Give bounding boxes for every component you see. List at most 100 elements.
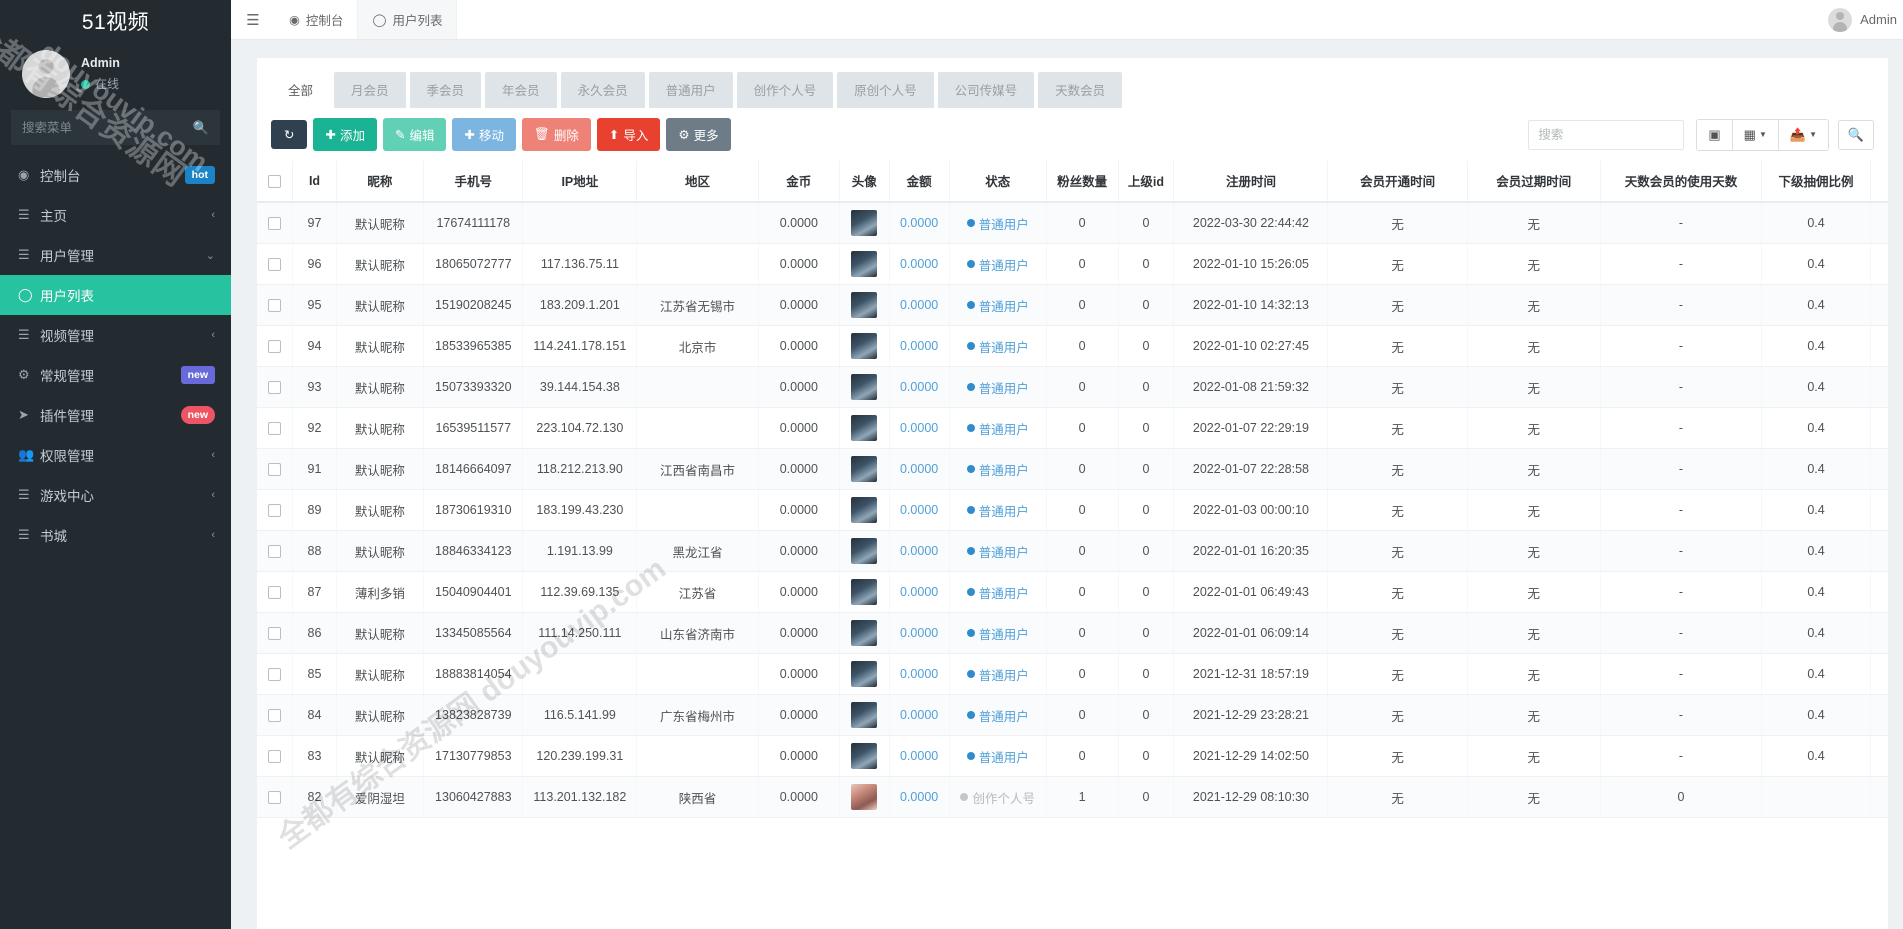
cell-avatar[interactable] bbox=[839, 735, 890, 777]
avatar-thumbnail[interactable] bbox=[851, 538, 878, 564]
table-row[interactable]: 88 默认昵称 18846334123 1.191.13.99 黑龙江省 0.0000 0.… bbox=[257, 530, 1888, 572]
cell-avatar[interactable] bbox=[839, 325, 890, 367]
table-row[interactable]: 86 默认昵称 13345085564 111.14.250.111 山东省济南市 0.0… bbox=[257, 612, 1888, 654]
table-wrap[interactable]: 全都有综合资源网 douyouvip.com Id 昵称 手机号 IP地址 地区… bbox=[257, 161, 1888, 929]
cell-avatar[interactable] bbox=[839, 407, 890, 449]
col-nick[interactable]: 昵称 bbox=[336, 161, 425, 203]
sidebar-item-dashboard[interactable]: ◉ 控制台 hot bbox=[0, 155, 231, 195]
row-checkbox[interactable] bbox=[268, 340, 282, 354]
sidebar-item-user-management[interactable]: ☰ 用户管理 ⌄ bbox=[0, 235, 231, 275]
sidebar-item-home[interactable]: ☰ 主页 ‹ bbox=[0, 195, 231, 235]
row-checkbox[interactable] bbox=[268, 258, 282, 272]
avatar-thumbnail[interactable] bbox=[851, 620, 878, 646]
row-checkbox[interactable] bbox=[268, 750, 282, 764]
cell-amount[interactable]: 0.0000 bbox=[889, 407, 950, 449]
amount-link[interactable]: 0.0000 bbox=[900, 503, 938, 517]
sidebar-item-plugin-management[interactable]: ➤ 插件管理 new bbox=[0, 395, 231, 435]
amount-link[interactable]: 0.0000 bbox=[900, 339, 938, 353]
col-commission[interactable]: 下级抽佣比例 bbox=[1761, 161, 1871, 203]
search-button[interactable]: 🔍 bbox=[1838, 119, 1874, 150]
avatar[interactable] bbox=[1828, 7, 1853, 32]
hamburger-icon[interactable]: ☰ bbox=[231, 0, 275, 39]
menu-search-input[interactable] bbox=[22, 120, 209, 135]
table-row[interactable]: 87 薄利多销 15040904401 112.39.69.135 江苏省 0.0000 0… bbox=[257, 571, 1888, 613]
table-row[interactable]: 82 爱阴湿坦 13060427883 113.201.132.182 陕西省 0.000… bbox=[257, 776, 1888, 818]
columns-icon[interactable]: ▦ ▼ bbox=[1732, 119, 1779, 150]
cell-amount[interactable]: 0.0000 bbox=[889, 448, 950, 490]
cell-amount[interactable]: 0.0000 bbox=[889, 653, 950, 695]
col-register-time[interactable]: 注册时间 bbox=[1173, 161, 1329, 203]
cell-avatar[interactable] bbox=[839, 448, 890, 490]
avatar-thumbnail[interactable] bbox=[851, 456, 878, 482]
search-icon[interactable]: 🔍 bbox=[193, 120, 209, 136]
sidebar-item-game-center[interactable]: ☰ 游戏中心 ‹ bbox=[0, 475, 231, 515]
row-checkbox[interactable] bbox=[268, 545, 282, 559]
select-all-header[interactable] bbox=[257, 161, 294, 203]
row-checkbox[interactable] bbox=[268, 381, 282, 395]
sidebar-item-permission-management[interactable]: 👥 权限管理 ‹ bbox=[0, 435, 231, 475]
row-checkbox[interactable] bbox=[268, 709, 282, 723]
row-checkbox-cell[interactable] bbox=[257, 571, 294, 613]
tab-company[interactable]: 公司传媒号 bbox=[937, 72, 1035, 108]
table-row[interactable]: 83 默认昵称 17130779853 120.239.199.31 0.0000 0.0… bbox=[257, 735, 1888, 777]
row-checkbox-cell[interactable] bbox=[257, 202, 294, 244]
row-checkbox-cell[interactable] bbox=[257, 653, 294, 695]
refresh-button[interactable]: ↻ bbox=[271, 120, 308, 149]
sidebar-item-bookstore[interactable]: ☰ 书城 ‹ bbox=[0, 515, 231, 555]
amount-link[interactable]: 0.0000 bbox=[900, 216, 938, 230]
row-checkbox-cell[interactable] bbox=[257, 407, 294, 449]
col-upid[interactable]: 上级id bbox=[1118, 161, 1175, 203]
row-checkbox-cell[interactable] bbox=[257, 243, 294, 285]
cell-avatar[interactable] bbox=[839, 776, 890, 818]
row-checkbox-cell[interactable] bbox=[257, 284, 294, 326]
cell-avatar[interactable] bbox=[839, 530, 890, 572]
avatar-thumbnail[interactable] bbox=[851, 210, 878, 236]
amount-link[interactable]: 0.0000 bbox=[900, 257, 938, 271]
avatar-thumbnail[interactable] bbox=[851, 743, 878, 769]
delete-button[interactable]: 🗑 删除 bbox=[521, 118, 591, 151]
row-checkbox-cell[interactable] bbox=[257, 325, 294, 367]
cell-amount[interactable]: 0.0000 bbox=[889, 571, 950, 613]
row-checkbox-cell[interactable] bbox=[257, 366, 294, 408]
row-checkbox[interactable] bbox=[268, 217, 282, 231]
tab-permanent[interactable]: 永久会员 bbox=[560, 72, 645, 108]
row-checkbox[interactable] bbox=[268, 299, 282, 313]
cell-amount[interactable]: 0.0000 bbox=[889, 202, 950, 244]
avatar-thumbnail[interactable] bbox=[851, 374, 878, 400]
cell-amount[interactable]: 0.0000 bbox=[889, 694, 950, 736]
row-checkbox[interactable] bbox=[268, 586, 282, 600]
amount-link[interactable]: 0.0000 bbox=[900, 749, 938, 763]
amount-link[interactable]: 0.0000 bbox=[900, 544, 938, 558]
menu-search[interactable]: 🔍 bbox=[11, 110, 220, 145]
col-amount[interactable]: 金额 bbox=[889, 161, 950, 203]
sidebar-item-video-management[interactable]: ☰ 视频管理 ‹ bbox=[0, 315, 231, 355]
select-all-checkbox[interactable] bbox=[268, 174, 282, 188]
avatar-thumbnail[interactable] bbox=[851, 579, 878, 605]
tab-all[interactable]: 全部 bbox=[271, 72, 331, 108]
avatar-thumbnail[interactable] bbox=[851, 784, 878, 810]
amount-link[interactable]: 0.0000 bbox=[900, 421, 938, 435]
table-row[interactable]: 92 默认昵称 16539511577 223.104.72.130 0.0000 0.0… bbox=[257, 407, 1888, 449]
table-row[interactable]: 95 默认昵称 15190208245 183.209.1.201 江苏省无锡市 0.00… bbox=[257, 284, 1888, 326]
amount-link[interactable]: 0.0000 bbox=[900, 667, 938, 681]
topbar-tab-user-list[interactable]: ◯ 用户列表 bbox=[358, 0, 458, 39]
row-checkbox-cell[interactable] bbox=[257, 489, 294, 531]
col-fans[interactable]: 粉丝数量 bbox=[1046, 161, 1119, 203]
amount-link[interactable]: 0.0000 bbox=[900, 298, 938, 312]
more-button[interactable]: ⚙ 更多 bbox=[666, 118, 731, 151]
cell-avatar[interactable] bbox=[839, 612, 890, 654]
avatar-thumbnail[interactable] bbox=[851, 292, 878, 318]
row-checkbox-cell[interactable] bbox=[257, 448, 294, 490]
table-row[interactable]: 97 默认昵称 17674111178 0.0000 0.0000 普通用户 0 0 2022-… bbox=[257, 202, 1888, 244]
add-button[interactable]: ✚ 添加 bbox=[313, 118, 377, 151]
col-expire-time[interactable]: 会员过期时间 bbox=[1467, 161, 1601, 203]
row-checkbox[interactable] bbox=[268, 627, 282, 641]
sidebar-item-user-list[interactable]: ◯ 用户列表 bbox=[0, 275, 231, 315]
cell-avatar[interactable] bbox=[839, 571, 890, 613]
table-row[interactable]: 94 默认昵称 18533965385 114.241.178.151 北京市 0.000… bbox=[257, 325, 1888, 367]
col-ip[interactable]: IP地址 bbox=[522, 161, 638, 203]
import-button[interactable]: ⬆ 导入 bbox=[596, 118, 661, 151]
cell-avatar[interactable] bbox=[839, 653, 890, 695]
row-checkbox-cell[interactable] bbox=[257, 735, 294, 777]
row-checkbox-cell[interactable] bbox=[257, 776, 294, 818]
